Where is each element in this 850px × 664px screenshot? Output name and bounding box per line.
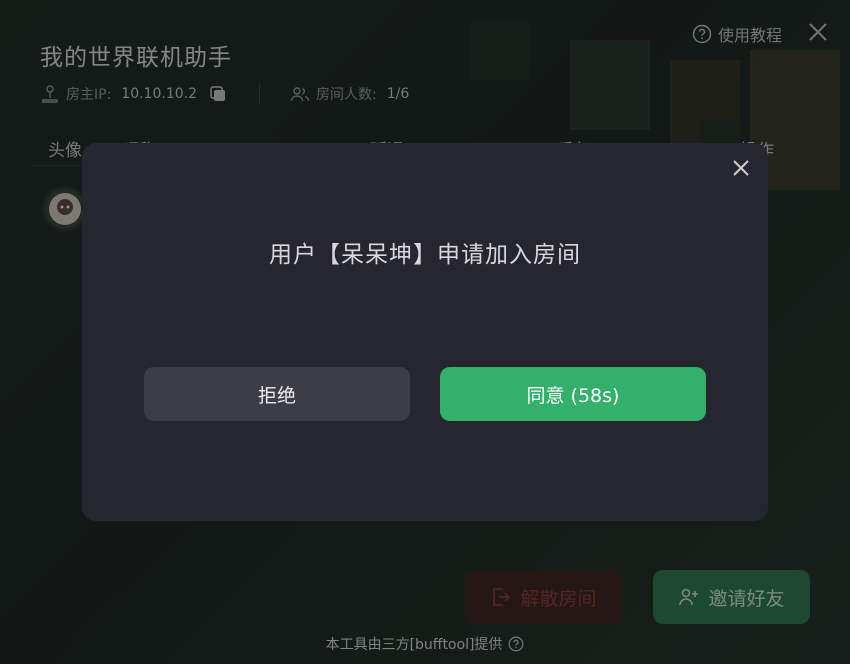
join-request-message: 用户【呆呆坤】申请加入房间: [269, 242, 581, 268]
close-icon[interactable]: [730, 157, 752, 179]
reject-button[interactable]: 拒绝: [144, 367, 410, 421]
join-request-dialog: 用户【呆呆坤】申请加入房间 拒绝 同意 (58s): [82, 143, 768, 521]
agree-button[interactable]: 同意 (58s): [440, 367, 706, 421]
